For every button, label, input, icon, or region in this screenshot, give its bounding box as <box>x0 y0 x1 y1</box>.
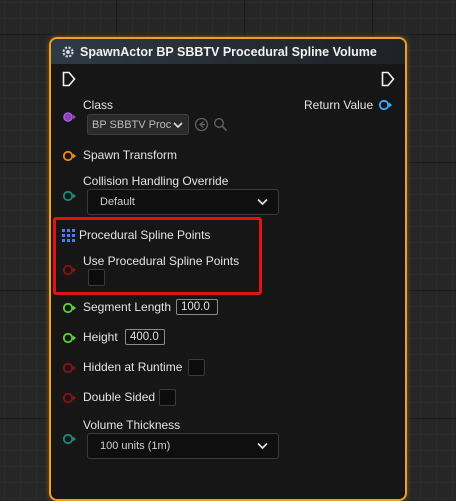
volume-thickness-dropdown-value: 100 units (1m) <box>100 440 171 452</box>
search-icon[interactable] <box>213 117 228 132</box>
height-pin[interactable] <box>62 332 78 344</box>
height-label: Height <box>83 330 118 344</box>
double-sided-checkbox[interactable] <box>159 389 176 406</box>
height-input[interactable]: 400.0 <box>125 329 165 345</box>
return-value-label: Return Value <box>304 98 374 112</box>
node-title: SpawnActor BP SBBTV Procedural Spline Vo… <box>80 44 377 59</box>
collision-dropdown[interactable]: Default <box>87 189 279 215</box>
chevron-down-icon <box>173 122 183 129</box>
browse-arrow-icon[interactable] <box>194 117 209 132</box>
volume-thickness-dropdown[interactable]: 100 units (1m) <box>87 433 279 459</box>
chevron-down-icon <box>257 198 268 206</box>
volume-thickness-label: Volume Thickness <box>83 418 181 432</box>
exec-in-pin[interactable] <box>62 71 76 87</box>
highlight-box <box>53 217 262 295</box>
hidden-at-runtime-checkbox[interactable] <box>188 359 205 376</box>
volume-thickness-pin[interactable] <box>62 433 78 445</box>
segment-length-label: Segment Length <box>83 300 172 314</box>
spawn-transform-pin[interactable] <box>62 150 78 162</box>
collision-pin[interactable] <box>62 190 78 202</box>
hidden-at-runtime-label: Hidden at Runtime <box>83 360 183 374</box>
collision-label: Collision Handling Override <box>83 174 229 188</box>
node-header[interactable]: SpawnActor BP SBBTV Procedural Spline Vo… <box>51 39 405 64</box>
class-label: Class <box>83 98 114 112</box>
class-pin[interactable] <box>62 111 78 123</box>
chevron-down-icon <box>257 442 268 450</box>
return-value-pin[interactable] <box>378 99 394 111</box>
segment-length-input[interactable]: 100.0 <box>176 299 218 315</box>
double-sided-label: Double Sided <box>83 390 156 404</box>
segment-length-pin[interactable] <box>62 302 78 314</box>
class-dropdown[interactable]: BP SBBTV Proc <box>87 114 189 135</box>
hidden-at-runtime-pin[interactable] <box>62 362 78 374</box>
class-dropdown-value: BP SBBTV Proc <box>92 118 172 131</box>
collision-dropdown-value: Default <box>100 196 135 208</box>
exec-out-pin[interactable] <box>381 71 395 87</box>
spawn-transform-label: Spawn Transform <box>83 148 178 162</box>
double-sided-pin[interactable] <box>62 392 78 404</box>
gear-icon <box>62 45 74 58</box>
